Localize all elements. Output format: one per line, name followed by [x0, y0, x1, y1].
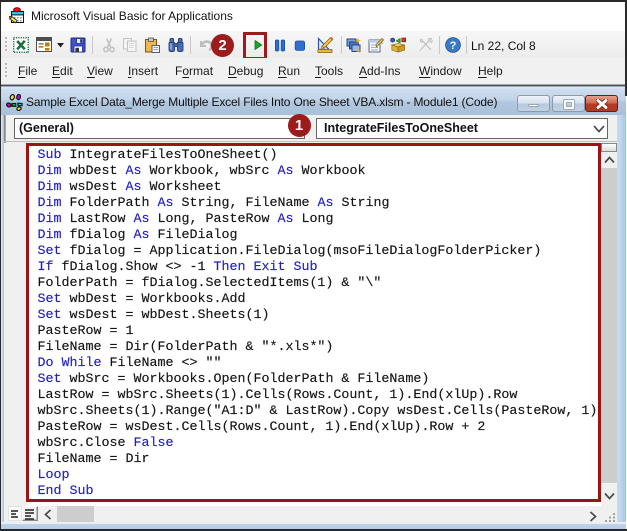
svg-text:?: ?	[450, 40, 457, 52]
